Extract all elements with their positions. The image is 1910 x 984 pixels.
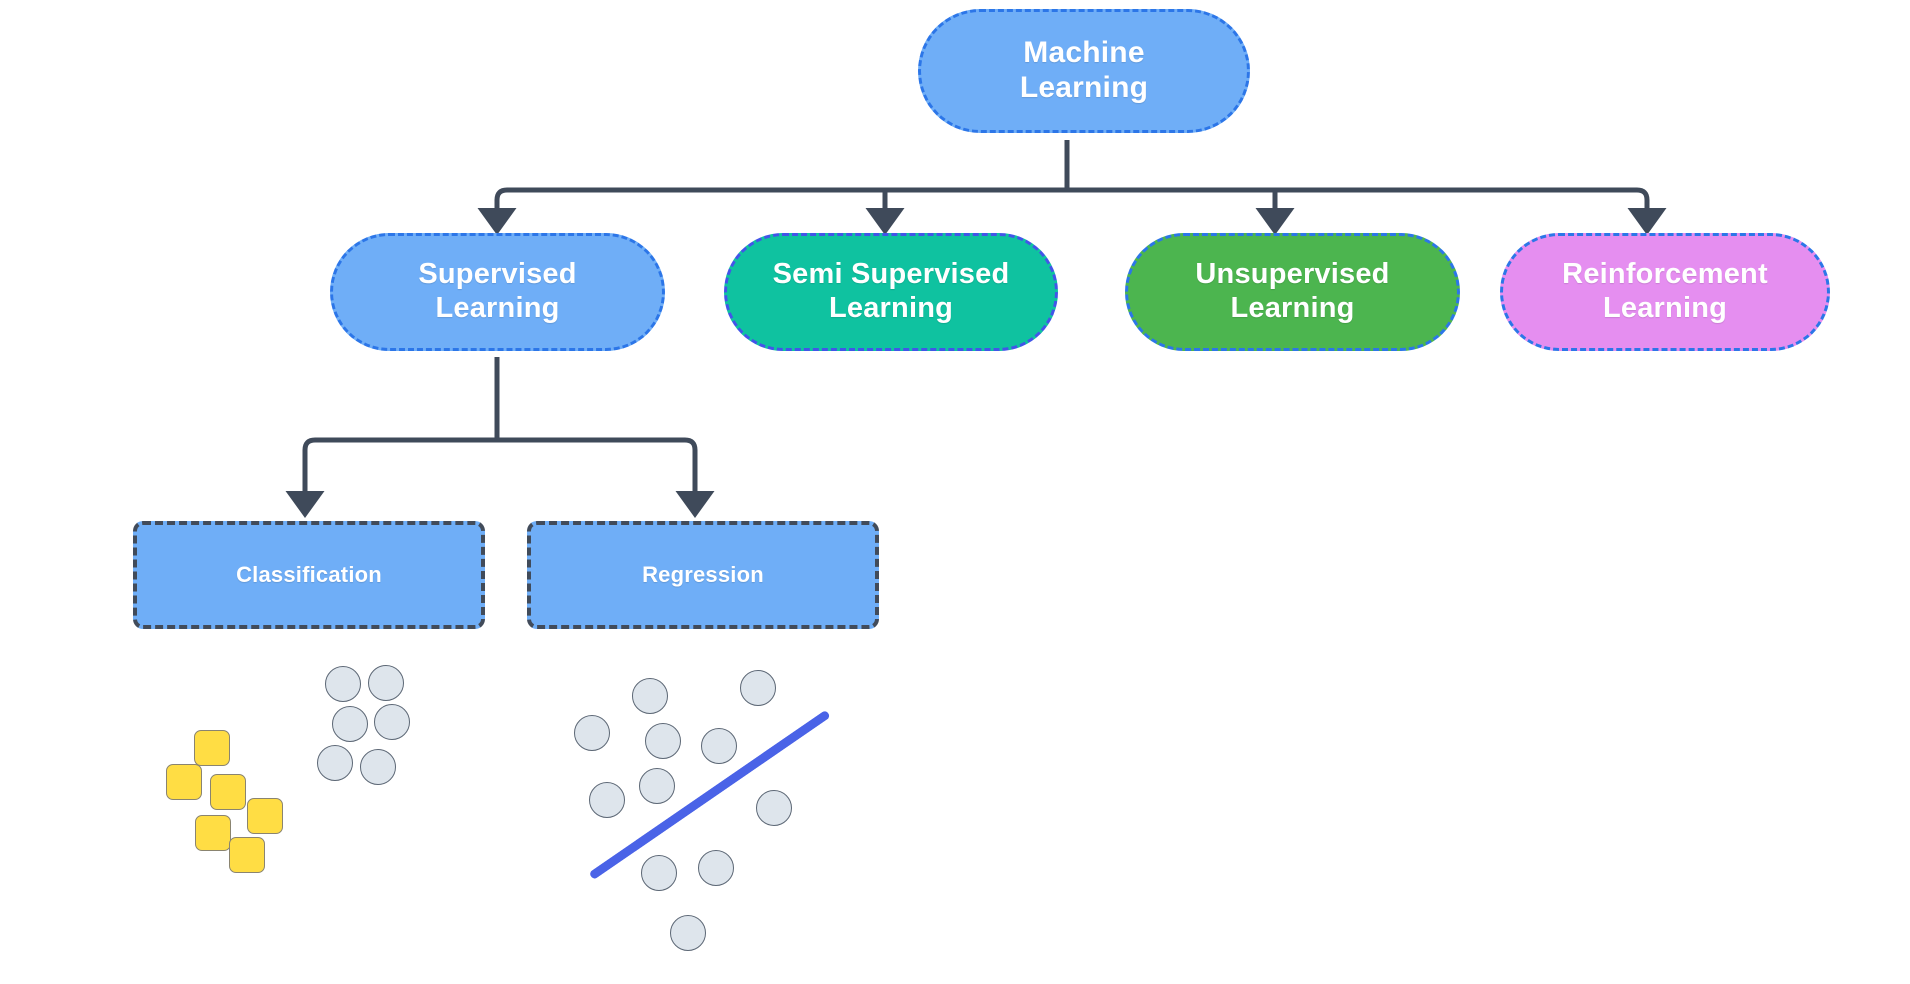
node-regression[interactable]: Regression	[527, 521, 879, 629]
node-semi-supervised-learning-label: Semi Supervised Learning	[772, 258, 1010, 324]
node-regression-label: Regression	[642, 562, 764, 588]
classification-square-marker	[194, 730, 230, 766]
regression-data-point	[574, 715, 610, 751]
classification-circle-marker	[325, 666, 361, 702]
node-machine-learning[interactable]: Machine Learning	[918, 9, 1250, 133]
diagram-canvas: Machine Learning Supervised Learning Sem…	[0, 0, 1910, 984]
node-classification[interactable]: Classification	[133, 521, 485, 629]
regression-data-point	[632, 678, 668, 714]
regression-data-point	[641, 855, 677, 891]
classification-square-marker	[195, 815, 231, 851]
regression-data-point	[639, 768, 675, 804]
classification-circle-marker	[332, 706, 368, 742]
edge-root-to-reinforcement	[1067, 187, 1667, 235]
classification-circle-marker	[368, 665, 404, 701]
edge-root-to-supervised	[477, 187, 1067, 235]
edge-supervised-to-regression	[497, 437, 715, 518]
regression-data-point	[670, 915, 706, 951]
regression-data-point	[740, 670, 776, 706]
node-semi-supervised-learning[interactable]: Semi Supervised Learning	[724, 233, 1058, 351]
regression-data-point	[589, 782, 625, 818]
regression-data-point	[698, 850, 734, 886]
node-supervised-learning-label: Supervised Learning	[418, 258, 577, 324]
node-unsupervised-learning[interactable]: Unsupervised Learning	[1125, 233, 1460, 351]
edge-supervised-to-classification	[285, 437, 497, 518]
classification-square-marker	[166, 764, 202, 800]
node-reinforcement-learning-label: Reinforcement Learning	[1562, 258, 1768, 324]
classification-circle-marker	[360, 749, 396, 785]
classification-circle-marker	[317, 745, 353, 781]
node-supervised-learning[interactable]: Supervised Learning	[330, 233, 665, 351]
classification-square-marker	[247, 798, 283, 834]
classification-square-marker	[229, 837, 265, 873]
edge-layer	[285, 140, 1667, 518]
node-reinforcement-learning[interactable]: Reinforcement Learning	[1500, 233, 1830, 351]
regression-data-point	[756, 790, 792, 826]
regression-data-point	[645, 723, 681, 759]
node-unsupervised-learning-label: Unsupervised Learning	[1195, 258, 1390, 324]
node-machine-learning-label: Machine Learning	[1019, 36, 1149, 104]
node-classification-label: Classification	[236, 562, 382, 588]
classification-circle-marker	[374, 704, 410, 740]
regression-data-point	[701, 728, 737, 764]
classification-square-marker	[210, 774, 246, 810]
